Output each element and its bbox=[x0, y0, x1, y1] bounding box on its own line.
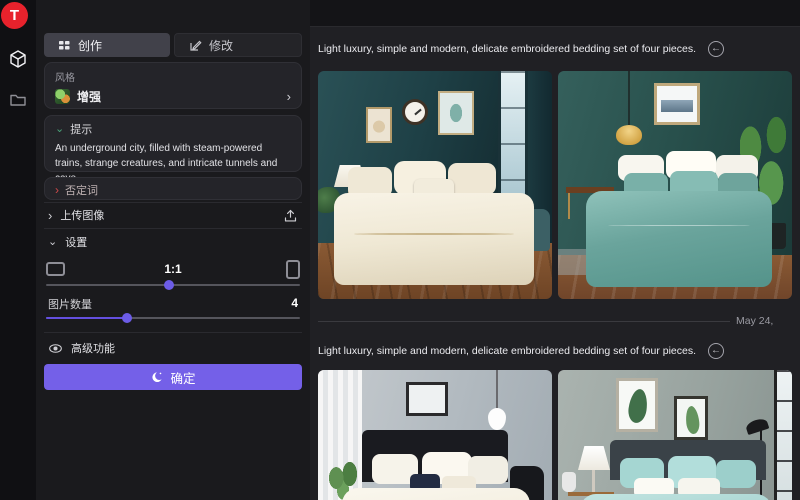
image-count-value: 4 bbox=[291, 296, 298, 312]
generation-group-1-caption: Light luxury, simple and modern, delicat… bbox=[318, 41, 792, 57]
cube-icon bbox=[8, 49, 28, 69]
feed-top-bar bbox=[310, 0, 800, 27]
aspect-ratio-slider[interactable] bbox=[46, 279, 300, 291]
lamp-stem bbox=[592, 470, 595, 492]
logo-letter: T bbox=[10, 7, 19, 24]
wall-art bbox=[674, 396, 708, 440]
date-divider-line bbox=[318, 321, 730, 322]
slider-thumb[interactable] bbox=[164, 280, 174, 290]
wall-art bbox=[406, 382, 448, 416]
grid-icon bbox=[58, 39, 71, 52]
rail-item-files[interactable] bbox=[0, 86, 36, 112]
negative-words-header[interactable]: › 否定词 bbox=[55, 182, 291, 198]
chevron-right-icon: › bbox=[287, 90, 291, 103]
pendant-cord bbox=[496, 370, 498, 410]
upload-image-row[interactable]: › 上传图像 bbox=[44, 204, 302, 226]
generation-caption-text: Light luxury, simple and modern, delicat… bbox=[318, 43, 696, 55]
tab-modify[interactable]: 修改 bbox=[174, 33, 302, 57]
wall-art bbox=[616, 378, 658, 432]
divider bbox=[44, 332, 302, 333]
prompt-header[interactable]: ⌄ 提示 bbox=[55, 121, 291, 137]
pillow bbox=[716, 460, 756, 488]
generation-caption-text: Light luxury, simple and modern, delicat… bbox=[318, 345, 696, 357]
settings-header[interactable]: ⌄ 设置 bbox=[44, 231, 302, 253]
pendant-lamp bbox=[616, 125, 642, 145]
image-count-slider[interactable] bbox=[46, 312, 300, 324]
confirm-button-label: 确定 bbox=[170, 368, 195, 387]
left-rail: T bbox=[0, 0, 36, 500]
circled-left-arrow-icon: ← bbox=[711, 346, 721, 356]
reuse-prompt-button[interactable]: ← bbox=[708, 41, 724, 57]
vase bbox=[562, 472, 576, 492]
portrait-ratio-icon[interactable] bbox=[286, 260, 300, 279]
generated-image-2[interactable] bbox=[558, 71, 792, 299]
wall-art bbox=[654, 83, 700, 125]
wall-clock bbox=[402, 99, 428, 125]
negative-words-label: 否定词 bbox=[65, 182, 98, 198]
slider-thumb[interactable] bbox=[122, 313, 132, 323]
date-label: May 24, bbox=[736, 315, 773, 327]
bed-duvet bbox=[342, 488, 530, 500]
app-logo[interactable]: T bbox=[1, 2, 28, 29]
generation-panel: 创作 修改 风格 增强 › ⌄ 提示 An underground city, … bbox=[36, 0, 310, 500]
divider bbox=[44, 202, 302, 203]
negative-words-card[interactable]: › 否定词 bbox=[44, 177, 302, 200]
tab-create-label: 创作 bbox=[78, 37, 102, 54]
upload-image-label: 上传图像 bbox=[60, 207, 104, 223]
generated-image-3[interactable] bbox=[318, 370, 552, 500]
reuse-prompt-button[interactable]: ← bbox=[708, 343, 724, 359]
pendant-cord bbox=[628, 71, 630, 127]
wall-art bbox=[438, 91, 474, 135]
advanced-features-row[interactable]: 高级功能 bbox=[44, 337, 302, 359]
pillow bbox=[448, 163, 496, 195]
bed-duvet bbox=[586, 191, 772, 287]
tab-create[interactable]: 创作 bbox=[44, 33, 170, 57]
moon-sparkle-icon bbox=[150, 371, 163, 384]
chevron-right-icon: › bbox=[55, 184, 59, 196]
folder-icon bbox=[9, 91, 27, 107]
style-card[interactable]: 风格 增强 › bbox=[44, 62, 302, 109]
window bbox=[774, 370, 792, 500]
confirm-button[interactable]: 确定 bbox=[44, 364, 302, 390]
image-count-row: 图片数量 4 bbox=[48, 296, 298, 312]
bed-duvet bbox=[580, 494, 772, 500]
bed-duvet bbox=[334, 193, 534, 285]
divider bbox=[44, 228, 302, 229]
style-selected-row[interactable]: 增强 › bbox=[55, 88, 291, 105]
chevron-right-icon: › bbox=[48, 209, 52, 222]
generated-image-4[interactable] bbox=[558, 370, 792, 500]
tab-modify-label: 修改 bbox=[209, 37, 233, 54]
advanced-features-label: 高级功能 bbox=[71, 340, 115, 356]
slider-fill bbox=[46, 317, 126, 319]
aspect-ratio-value: 1:1 bbox=[44, 262, 302, 276]
settings-label: 设置 bbox=[65, 234, 87, 250]
image-count-label: 图片数量 bbox=[48, 296, 291, 312]
mode-tabs: 创作 修改 bbox=[44, 33, 302, 57]
prompt-label: 提示 bbox=[70, 121, 92, 137]
generated-image-1[interactable] bbox=[318, 71, 552, 299]
edit-pencil-icon bbox=[189, 39, 202, 52]
wall-art bbox=[366, 107, 392, 143]
style-selected-value: 增强 bbox=[77, 88, 280, 105]
upload-icon[interactable] bbox=[283, 208, 298, 223]
rail-item-generate[interactable] bbox=[0, 46, 36, 72]
style-thumbnail bbox=[55, 89, 70, 104]
chevron-down-icon: ⌄ bbox=[55, 125, 64, 133]
chevron-down-icon: ⌄ bbox=[48, 238, 57, 246]
generation-group-2-caption: Light luxury, simple and modern, delicat… bbox=[318, 343, 792, 359]
circled-left-arrow-icon: ← bbox=[711, 44, 721, 54]
prompt-card[interactable]: ⌄ 提示 An underground city, filled with st… bbox=[44, 115, 302, 172]
style-label: 风格 bbox=[55, 69, 291, 84]
results-feed: Light luxury, simple and modern, delicat… bbox=[310, 0, 800, 500]
eye-icon bbox=[48, 342, 63, 355]
